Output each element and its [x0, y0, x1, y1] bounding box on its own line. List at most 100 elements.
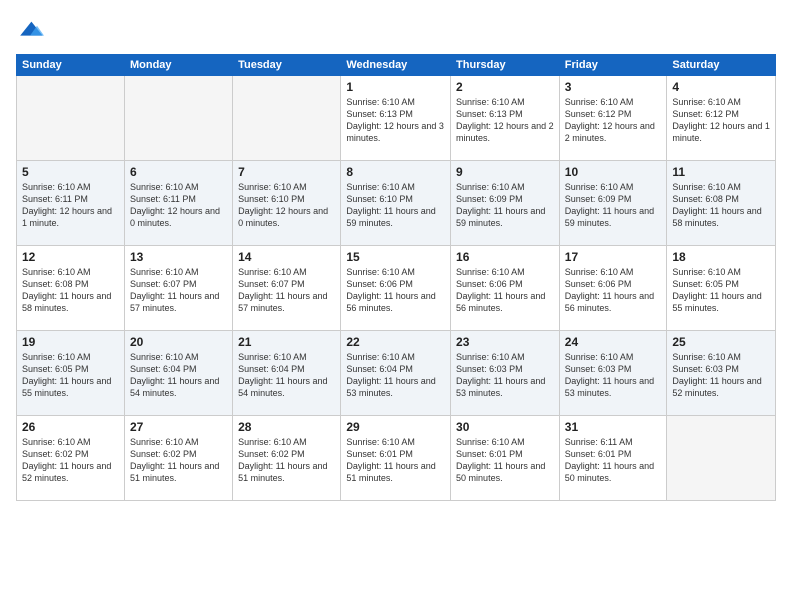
day-number: 23	[456, 335, 554, 349]
column-header-sunday: Sunday	[17, 55, 125, 76]
day-number: 18	[672, 250, 770, 264]
day-info: Sunrise: 6:10 AM Sunset: 6:11 PM Dayligh…	[130, 181, 227, 230]
calendar-day-1: 1 Sunrise: 6:10 AM Sunset: 6:13 PM Daylig…	[341, 76, 451, 161]
calendar-day-20: 20 Sunrise: 6:10 AM Sunset: 6:04 PM Dayli…	[124, 331, 232, 416]
calendar-day-6: 6 Sunrise: 6:10 AM Sunset: 6:11 PM Daylig…	[124, 161, 232, 246]
calendar-day-25: 25 Sunrise: 6:10 AM Sunset: 6:03 PM Dayli…	[667, 331, 776, 416]
day-info: Sunrise: 6:10 AM Sunset: 6:05 PM Dayligh…	[22, 351, 119, 400]
calendar-day-3: 3Sunrise: 6:10 AM Sunset: 6:12 PM Daylig…	[559, 76, 667, 161]
day-number: 22	[346, 335, 445, 349]
day-number: 13	[130, 250, 227, 264]
day-number: 10	[565, 165, 662, 179]
calendar-day-11: 11 Sunrise: 6:10 AM Sunset: 6:08 PM Dayli…	[667, 161, 776, 246]
calendar-table: SundayMondayTuesdayWednesdayThursdayFrid…	[16, 54, 776, 501]
column-header-friday: Friday	[559, 55, 667, 76]
day-number: 27	[130, 420, 227, 434]
day-info: Sunrise: 6:10 AM Sunset: 6:12 PM Dayligh…	[565, 96, 662, 145]
day-number: 31	[565, 420, 662, 434]
day-info: Sunrise: 6:10 AM Sunset: 6:07 PM Dayligh…	[130, 266, 227, 315]
day-number: 29	[346, 420, 445, 434]
calendar-day-empty	[233, 76, 341, 161]
page-header	[16, 16, 776, 44]
logo	[16, 16, 48, 44]
calendar-day-28: 28 Sunrise: 6:10 AM Sunset: 6:02 PM Dayli…	[233, 416, 341, 501]
calendar-day-7: 7 Sunrise: 6:10 AM Sunset: 6:10 PM Daylig…	[233, 161, 341, 246]
column-header-wednesday: Wednesday	[341, 55, 451, 76]
day-info: Sunrise: 6:10 AM Sunset: 6:08 PM Dayligh…	[672, 181, 770, 230]
day-info: Sunrise: 6:10 AM Sunset: 6:07 PM Dayligh…	[238, 266, 335, 315]
calendar-day-empty	[124, 76, 232, 161]
calendar-week-row: 26 Sunrise: 6:10 AM Sunset: 6:02 PM Dayli…	[17, 416, 776, 501]
day-info: Sunrise: 6:10 AM Sunset: 6:05 PM Dayligh…	[672, 266, 770, 315]
calendar-day-23: 23 Sunrise: 6:10 AM Sunset: 6:03 PM Dayli…	[451, 331, 560, 416]
calendar-day-2: 2 Sunrise: 6:10 AM Sunset: 6:13 PM Daylig…	[451, 76, 560, 161]
column-header-monday: Monday	[124, 55, 232, 76]
calendar-day-empty	[17, 76, 125, 161]
day-number: 28	[238, 420, 335, 434]
day-number: 15	[346, 250, 445, 264]
calendar-day-22: 22 Sunrise: 6:10 AM Sunset: 6:04 PM Dayli…	[341, 331, 451, 416]
day-info: Sunrise: 6:10 AM Sunset: 6:01 PM Dayligh…	[346, 436, 445, 485]
day-info: Sunrise: 6:10 AM Sunset: 6:09 PM Dayligh…	[565, 181, 662, 230]
day-info: Sunrise: 6:10 AM Sunset: 6:12 PM Dayligh…	[672, 96, 770, 145]
calendar-day-4: 4 Sunrise: 6:10 AM Sunset: 6:12 PM Daylig…	[667, 76, 776, 161]
calendar-day-16: 16 Sunrise: 6:10 AM Sunset: 6:06 PM Dayli…	[451, 246, 560, 331]
calendar-day-18: 18 Sunrise: 6:10 AM Sunset: 6:05 PM Dayli…	[667, 246, 776, 331]
calendar-week-row: 19 Sunrise: 6:10 AM Sunset: 6:05 PM Dayli…	[17, 331, 776, 416]
column-header-tuesday: Tuesday	[233, 55, 341, 76]
day-number: 20	[130, 335, 227, 349]
day-number: 30	[456, 420, 554, 434]
calendar-header-row: SundayMondayTuesdayWednesdayThursdayFrid…	[17, 55, 776, 76]
day-number: 14	[238, 250, 335, 264]
day-info: Sunrise: 6:10 AM Sunset: 6:04 PM Dayligh…	[346, 351, 445, 400]
calendar-day-19: 19 Sunrise: 6:10 AM Sunset: 6:05 PM Dayli…	[17, 331, 125, 416]
day-number: 7	[238, 165, 335, 179]
day-info: Sunrise: 6:10 AM Sunset: 6:13 PM Dayligh…	[456, 96, 554, 145]
day-number: 1	[346, 80, 445, 94]
day-number: 21	[238, 335, 335, 349]
calendar-day-31: 31 Sunrise: 6:11 AM Sunset: 6:01 PM Dayli…	[559, 416, 667, 501]
day-number: 24	[565, 335, 662, 349]
day-number: 12	[22, 250, 119, 264]
day-number: 16	[456, 250, 554, 264]
calendar-week-row: 1 Sunrise: 6:10 AM Sunset: 6:13 PM Daylig…	[17, 76, 776, 161]
day-number: 6	[130, 165, 227, 179]
day-info: Sunrise: 6:10 AM Sunset: 6:03 PM Dayligh…	[456, 351, 554, 400]
calendar-week-row: 12Sunrise: 6:10 AM Sunset: 6:08 PM Dayli…	[17, 246, 776, 331]
day-number: 2	[456, 80, 554, 94]
day-number: 25	[672, 335, 770, 349]
day-info: Sunrise: 6:10 AM Sunset: 6:03 PM Dayligh…	[565, 351, 662, 400]
day-info: Sunrise: 6:10 AM Sunset: 6:10 PM Dayligh…	[238, 181, 335, 230]
day-info: Sunrise: 6:10 AM Sunset: 6:02 PM Dayligh…	[130, 436, 227, 485]
calendar-day-12: 12Sunrise: 6:10 AM Sunset: 6:08 PM Dayli…	[17, 246, 125, 331]
day-number: 8	[346, 165, 445, 179]
day-number: 26	[22, 420, 119, 434]
calendar-day-24: 24 Sunrise: 6:10 AM Sunset: 6:03 PM Dayli…	[559, 331, 667, 416]
day-info: Sunrise: 6:10 AM Sunset: 6:02 PM Dayligh…	[22, 436, 119, 485]
day-info: Sunrise: 6:10 AM Sunset: 6:03 PM Dayligh…	[672, 351, 770, 400]
day-number: 4	[672, 80, 770, 94]
day-info: Sunrise: 6:10 AM Sunset: 6:11 PM Dayligh…	[22, 181, 119, 230]
day-info: Sunrise: 6:10 AM Sunset: 6:01 PM Dayligh…	[456, 436, 554, 485]
day-info: Sunrise: 6:10 AM Sunset: 6:04 PM Dayligh…	[130, 351, 227, 400]
calendar-day-empty	[667, 416, 776, 501]
day-info: Sunrise: 6:10 AM Sunset: 6:09 PM Dayligh…	[456, 181, 554, 230]
logo-icon	[16, 16, 44, 44]
column-header-saturday: Saturday	[667, 55, 776, 76]
calendar-day-26: 26 Sunrise: 6:10 AM Sunset: 6:02 PM Dayli…	[17, 416, 125, 501]
calendar-day-5: 5 Sunrise: 6:10 AM Sunset: 6:11 PM Daylig…	[17, 161, 125, 246]
column-header-thursday: Thursday	[451, 55, 560, 76]
day-number: 19	[22, 335, 119, 349]
day-info: Sunrise: 6:10 AM Sunset: 6:13 PM Dayligh…	[346, 96, 445, 145]
day-info: Sunrise: 6:10 AM Sunset: 6:06 PM Dayligh…	[346, 266, 445, 315]
day-info: Sunrise: 6:11 AM Sunset: 6:01 PM Dayligh…	[565, 436, 662, 485]
day-number: 9	[456, 165, 554, 179]
day-info: Sunrise: 6:10 AM Sunset: 6:02 PM Dayligh…	[238, 436, 335, 485]
day-number: 5	[22, 165, 119, 179]
day-info: Sunrise: 6:10 AM Sunset: 6:04 PM Dayligh…	[238, 351, 335, 400]
day-number: 17	[565, 250, 662, 264]
day-number: 11	[672, 165, 770, 179]
day-info: Sunrise: 6:10 AM Sunset: 6:06 PM Dayligh…	[456, 266, 554, 315]
calendar-day-17: 17Sunrise: 6:10 AM Sunset: 6:06 PM Dayli…	[559, 246, 667, 331]
day-info: Sunrise: 6:10 AM Sunset: 6:10 PM Dayligh…	[346, 181, 445, 230]
